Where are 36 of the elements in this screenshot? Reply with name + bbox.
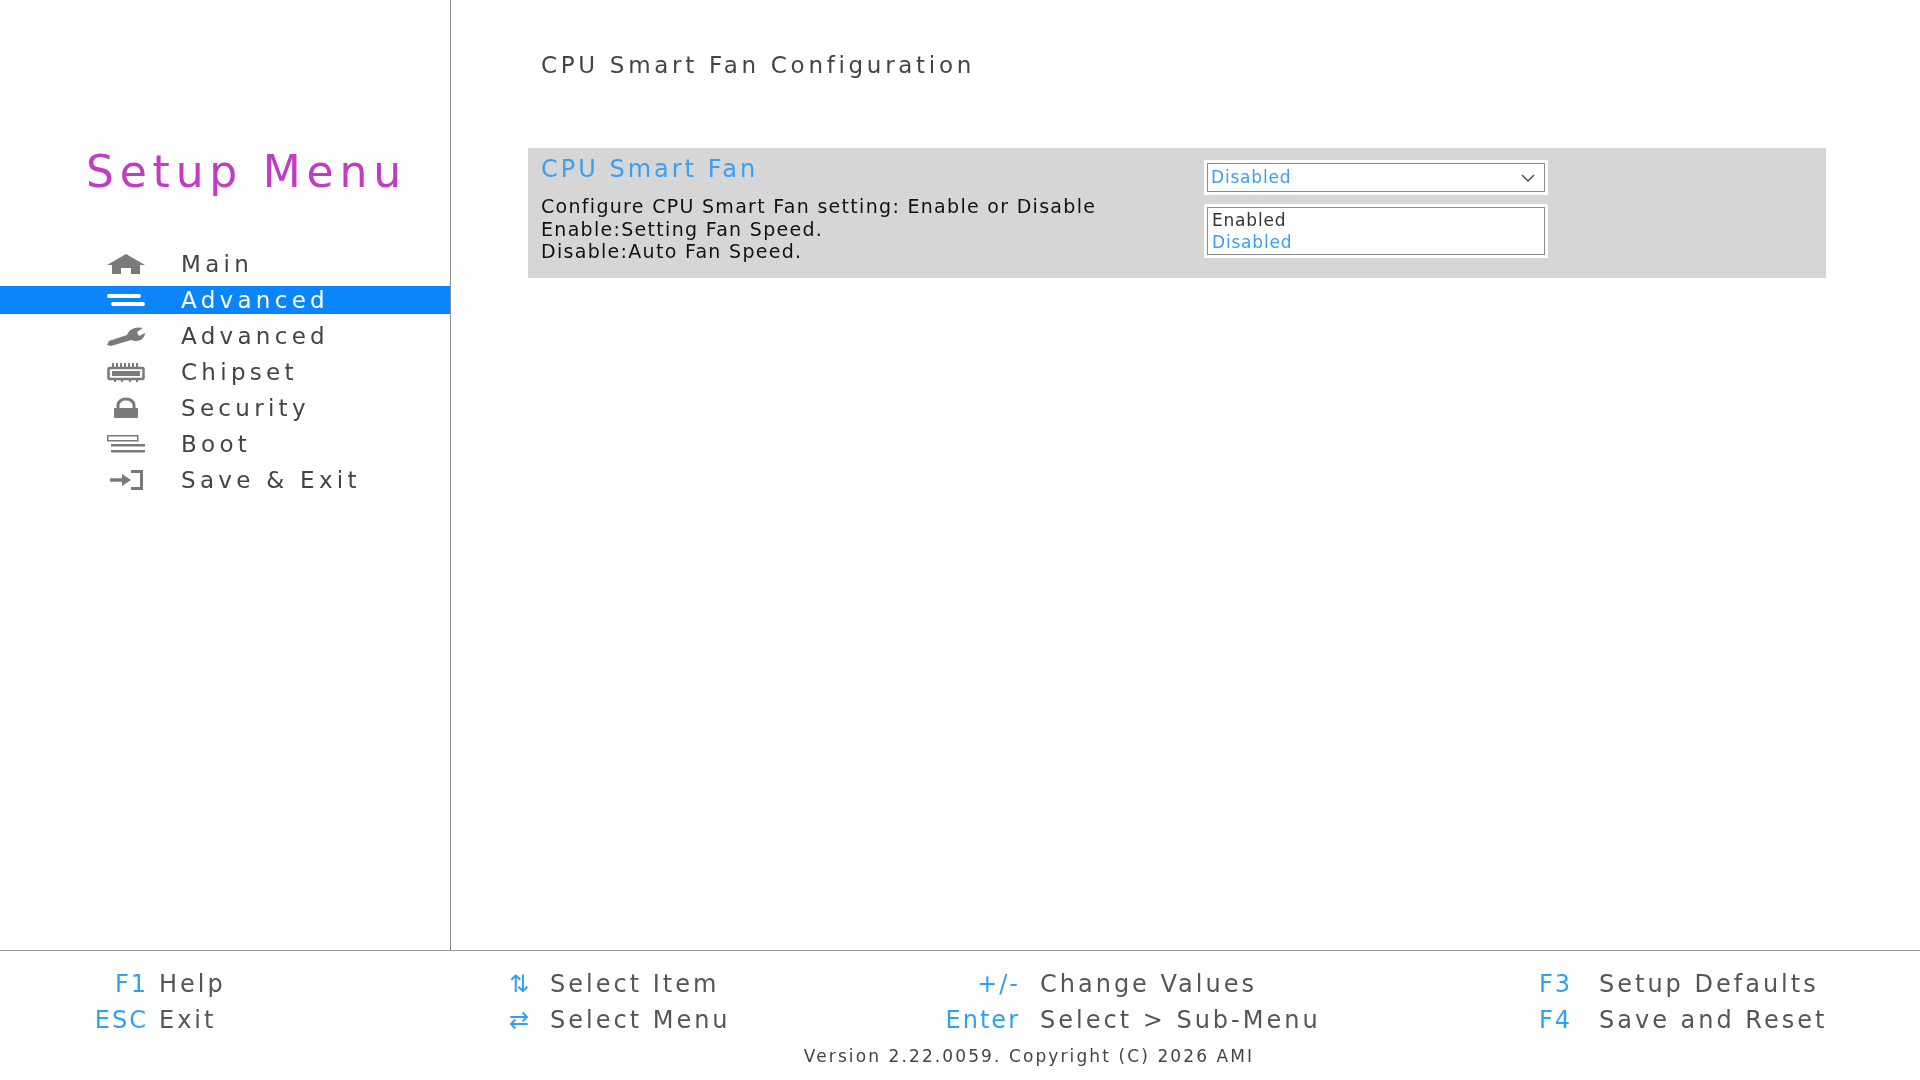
shortcut-key: Enter: [945, 1002, 1020, 1038]
shortcut-action: Select Item: [550, 969, 720, 1000]
memory-chip-icon: [106, 361, 146, 383]
shortcut-action: Save and Reset: [1599, 1005, 1828, 1036]
help-text: Enable:Setting Fan Speed.: [541, 217, 824, 240]
menu-item[interactable]: Boot: [0, 430, 450, 458]
shortcut-action: Change Values: [1040, 969, 1257, 1000]
wrench-icon: [106, 325, 146, 347]
chevron-icon: [1521, 173, 1535, 182]
shortcut-action: Help: [159, 969, 226, 1000]
setting-name: CPU Smart Fan: [541, 154, 759, 184]
stacked-lines-icon: [106, 433, 146, 455]
shortcut-key: ⇅: [508, 966, 532, 1002]
shortcut-action: Setup Defaults: [1599, 969, 1819, 1000]
menu-title: Setup Menu: [86, 145, 407, 199]
shortcut-key: ⇄: [508, 1002, 532, 1038]
shortcut-key: F4: [1539, 1002, 1573, 1038]
page-heading: CPU Smart Fan Configuration: [541, 51, 975, 80]
home-icon: [106, 253, 146, 275]
shortcut-action: Select Menu: [550, 1005, 731, 1036]
menu-item[interactable]: Chipset: [0, 358, 450, 386]
shortcut-action: Select > Sub-Menu: [1040, 1005, 1321, 1036]
shortcut-key: +/-: [977, 966, 1020, 1002]
menu-item[interactable]: Advanced: [0, 322, 450, 350]
help-text: Disable:Auto Fan Speed.: [541, 240, 803, 263]
version-text: Version 2.22.0059. Copyright (C) 2026 AMI: [803, 1045, 1255, 1068]
menu-item[interactable]: Save & Exit: [0, 466, 450, 494]
shortcut-key: ESC: [94, 1002, 148, 1038]
shortcut-key: F1: [114, 966, 148, 1002]
help-text: Configure CPU Smart Fan setting: Enable or Disable: [541, 195, 1097, 218]
dropdown-option[interactable]: Enabled: [1212, 209, 1540, 231]
menu-item[interactable]: Advanced: [0, 286, 450, 314]
shortcut-key: F3: [1539, 966, 1573, 1002]
menu-item[interactable]: Main: [0, 250, 450, 278]
shortcut-action: Exit: [159, 1005, 217, 1036]
menu-item[interactable]: Security: [0, 394, 450, 422]
